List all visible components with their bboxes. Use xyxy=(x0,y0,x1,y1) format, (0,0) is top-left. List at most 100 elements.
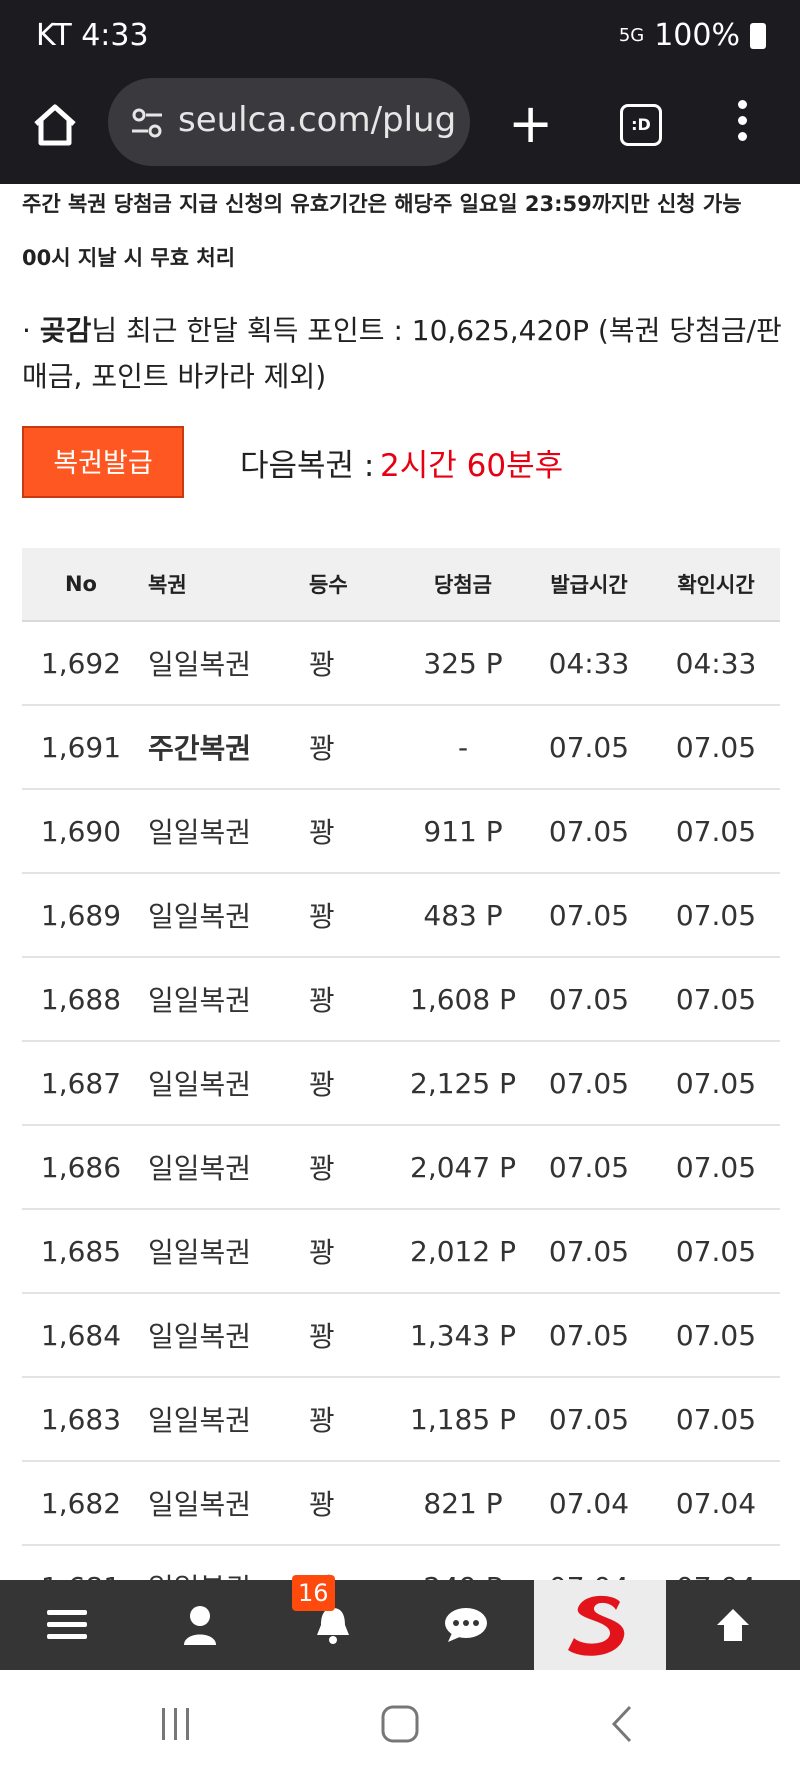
cell-checked: 07.05 xyxy=(652,1293,780,1378)
chat-icon[interactable] xyxy=(399,1580,532,1670)
cell-prize: 821 P xyxy=(400,1461,526,1546)
table-row: 1,689 일일복권 꽝 483 P 07.05 07.05 xyxy=(22,873,780,958)
user-nickname: 곶감 xyxy=(39,314,92,347)
table-header-row: No 복권 등수 당첨금 발급시간 확인시간 xyxy=(22,548,780,622)
battery-percent: 100% xyxy=(654,18,740,53)
cell-rank: 꽝 xyxy=(299,621,400,706)
cell-no: 1,684 xyxy=(22,1293,140,1378)
table-row: 1,690 일일복권 꽝 911 P 07.05 07.05 xyxy=(22,789,780,874)
recent-apps-icon[interactable] xyxy=(158,1706,194,1742)
cell-rank: 꽝 xyxy=(299,1125,400,1210)
menu-icon[interactable] xyxy=(0,1580,133,1670)
cell-rank: 꽝 xyxy=(299,1377,400,1462)
cell-checked: 07.05 xyxy=(652,1041,780,1126)
table-row: 1,685 일일복권 꽝 2,012 P 07.05 07.05 xyxy=(22,1209,780,1294)
cell-no: 1,690 xyxy=(22,789,140,874)
cell-rank: 꽝 xyxy=(299,1293,400,1378)
table-row: 1,688 일일복권 꽝 1,608 P 07.05 07.05 xyxy=(22,957,780,1042)
cell-rank: 꽝 xyxy=(299,789,400,874)
cell-type: 일일복권 xyxy=(140,1125,299,1210)
table-row: 1,691 주간복권 꽝 - 07.05 07.05 xyxy=(22,705,780,790)
table-row: 1,682 일일복권 꽝 821 P 07.04 07.04 xyxy=(22,1461,780,1546)
bottom-nav-bar: 16 xyxy=(0,1575,800,1670)
cell-no: 1,686 xyxy=(22,1125,140,1210)
cell-no: 1,682 xyxy=(22,1461,140,1546)
arrow-up-icon[interactable] xyxy=(666,1580,799,1670)
header-issued-time: 발급시간 xyxy=(526,548,652,622)
cell-issued: 07.05 xyxy=(526,1377,652,1462)
table-row: 1,692 일일복권 꽝 325 P 04:33 04:33 xyxy=(22,621,780,706)
cell-issued: 07.05 xyxy=(526,1209,652,1294)
header-prize: 당첨금 xyxy=(400,548,526,622)
cell-issued: 07.05 xyxy=(526,705,652,790)
cell-prize: 325 P xyxy=(400,621,526,706)
notice-line-1: 주간 복권 당첨금 지급 신청의 유효기간은 해당주 일요일 23:59까지만 … xyxy=(22,192,742,216)
cell-issued: 07.05 xyxy=(526,789,652,874)
cell-rank: 꽝 xyxy=(299,1461,400,1546)
cell-prize: 483 P xyxy=(400,873,526,958)
browser-toolbar: seulca.com/plug + :D xyxy=(0,72,800,184)
cell-type: 일일복권 xyxy=(140,1041,299,1126)
table-row: 1,687 일일복권 꽝 2,125 P 07.05 07.05 xyxy=(22,1041,780,1126)
cell-no: 1,689 xyxy=(22,873,140,958)
battery-icon xyxy=(750,22,766,49)
cell-checked: 07.04 xyxy=(652,1461,780,1546)
cell-no: 1,692 xyxy=(22,621,140,706)
cell-checked: 07.05 xyxy=(652,705,780,790)
cell-issued: 07.05 xyxy=(526,1293,652,1378)
user-icon[interactable] xyxy=(133,1580,266,1670)
more-menu-icon[interactable] xyxy=(738,100,750,148)
site-settings-icon[interactable] xyxy=(130,106,164,140)
table-row: 1,686 일일복권 꽝 2,047 P 07.05 07.05 xyxy=(22,1125,780,1210)
cell-type: 일일복권 xyxy=(140,873,299,958)
cell-rank: 꽝 xyxy=(299,1209,400,1294)
home-nav-icon[interactable] xyxy=(380,1704,420,1744)
cell-checked: 07.05 xyxy=(652,789,780,874)
cell-prize: 911 P xyxy=(400,789,526,874)
cell-prize: 2,125 P xyxy=(400,1041,526,1126)
header-no: No xyxy=(22,548,140,622)
cell-type: 일일복권 xyxy=(140,1209,299,1294)
header-rank: 등수 xyxy=(299,548,400,622)
cell-checked: 07.05 xyxy=(652,873,780,958)
next-lottery-label: 다음복권 : xyxy=(240,448,375,484)
cell-no: 1,688 xyxy=(22,957,140,1042)
cell-issued: 07.05 xyxy=(526,1041,652,1126)
tab-switcher-button[interactable]: :D xyxy=(620,104,662,146)
cell-no: 1,683 xyxy=(22,1377,140,1462)
url-bar[interactable]: seulca.com/plug xyxy=(108,78,470,166)
status-bar: KT 4:33 5G 100% xyxy=(0,0,800,72)
header-type: 복권 xyxy=(140,548,299,622)
cell-issued: 07.04 xyxy=(526,1461,652,1546)
cell-rank: 꽝 xyxy=(299,873,400,958)
cell-prize: - xyxy=(400,705,526,790)
notice-line-2: 00시 지날 시 무효 처리 xyxy=(22,246,236,270)
cell-checked: 07.05 xyxy=(652,957,780,1042)
cell-rank: 꽝 xyxy=(299,705,400,790)
site-logo[interactable] xyxy=(534,1580,666,1670)
cell-checked: 07.05 xyxy=(652,1209,780,1294)
cell-no: 1,685 xyxy=(22,1209,140,1294)
cell-prize: 2,047 P xyxy=(400,1125,526,1210)
cell-prize: 1,185 P xyxy=(400,1377,526,1462)
points-summary: 님 최근 한달 획득 포인트 : 10,625,420P (복권 당첨금/판매금… xyxy=(22,314,782,393)
system-nav-bar xyxy=(0,1670,800,1778)
cell-checked: 07.05 xyxy=(652,1377,780,1462)
cell-issued: 07.05 xyxy=(526,957,652,1042)
new-tab-icon[interactable]: + xyxy=(508,97,553,151)
table-row: 1,684 일일복권 꽝 1,343 P 07.05 07.05 xyxy=(22,1293,780,1378)
issue-lottery-button[interactable]: 복권발급 xyxy=(22,426,184,498)
home-icon[interactable] xyxy=(30,100,80,150)
cell-no: 1,687 xyxy=(22,1041,140,1126)
cell-type: 일일복권 xyxy=(140,1377,299,1462)
url-text[interactable]: seulca.com/plug xyxy=(178,100,464,140)
cell-type: 일일복권 xyxy=(140,1461,299,1546)
cell-prize: 2,012 P xyxy=(400,1209,526,1294)
notification-badge: 16 xyxy=(292,1575,335,1611)
cell-checked: 04:33 xyxy=(652,621,780,706)
cell-issued: 07.05 xyxy=(526,1125,652,1210)
cell-no: 1,691 xyxy=(22,705,140,790)
back-nav-icon[interactable] xyxy=(610,1704,634,1744)
cell-checked: 07.05 xyxy=(652,1125,780,1210)
cell-issued: 04:33 xyxy=(526,621,652,706)
